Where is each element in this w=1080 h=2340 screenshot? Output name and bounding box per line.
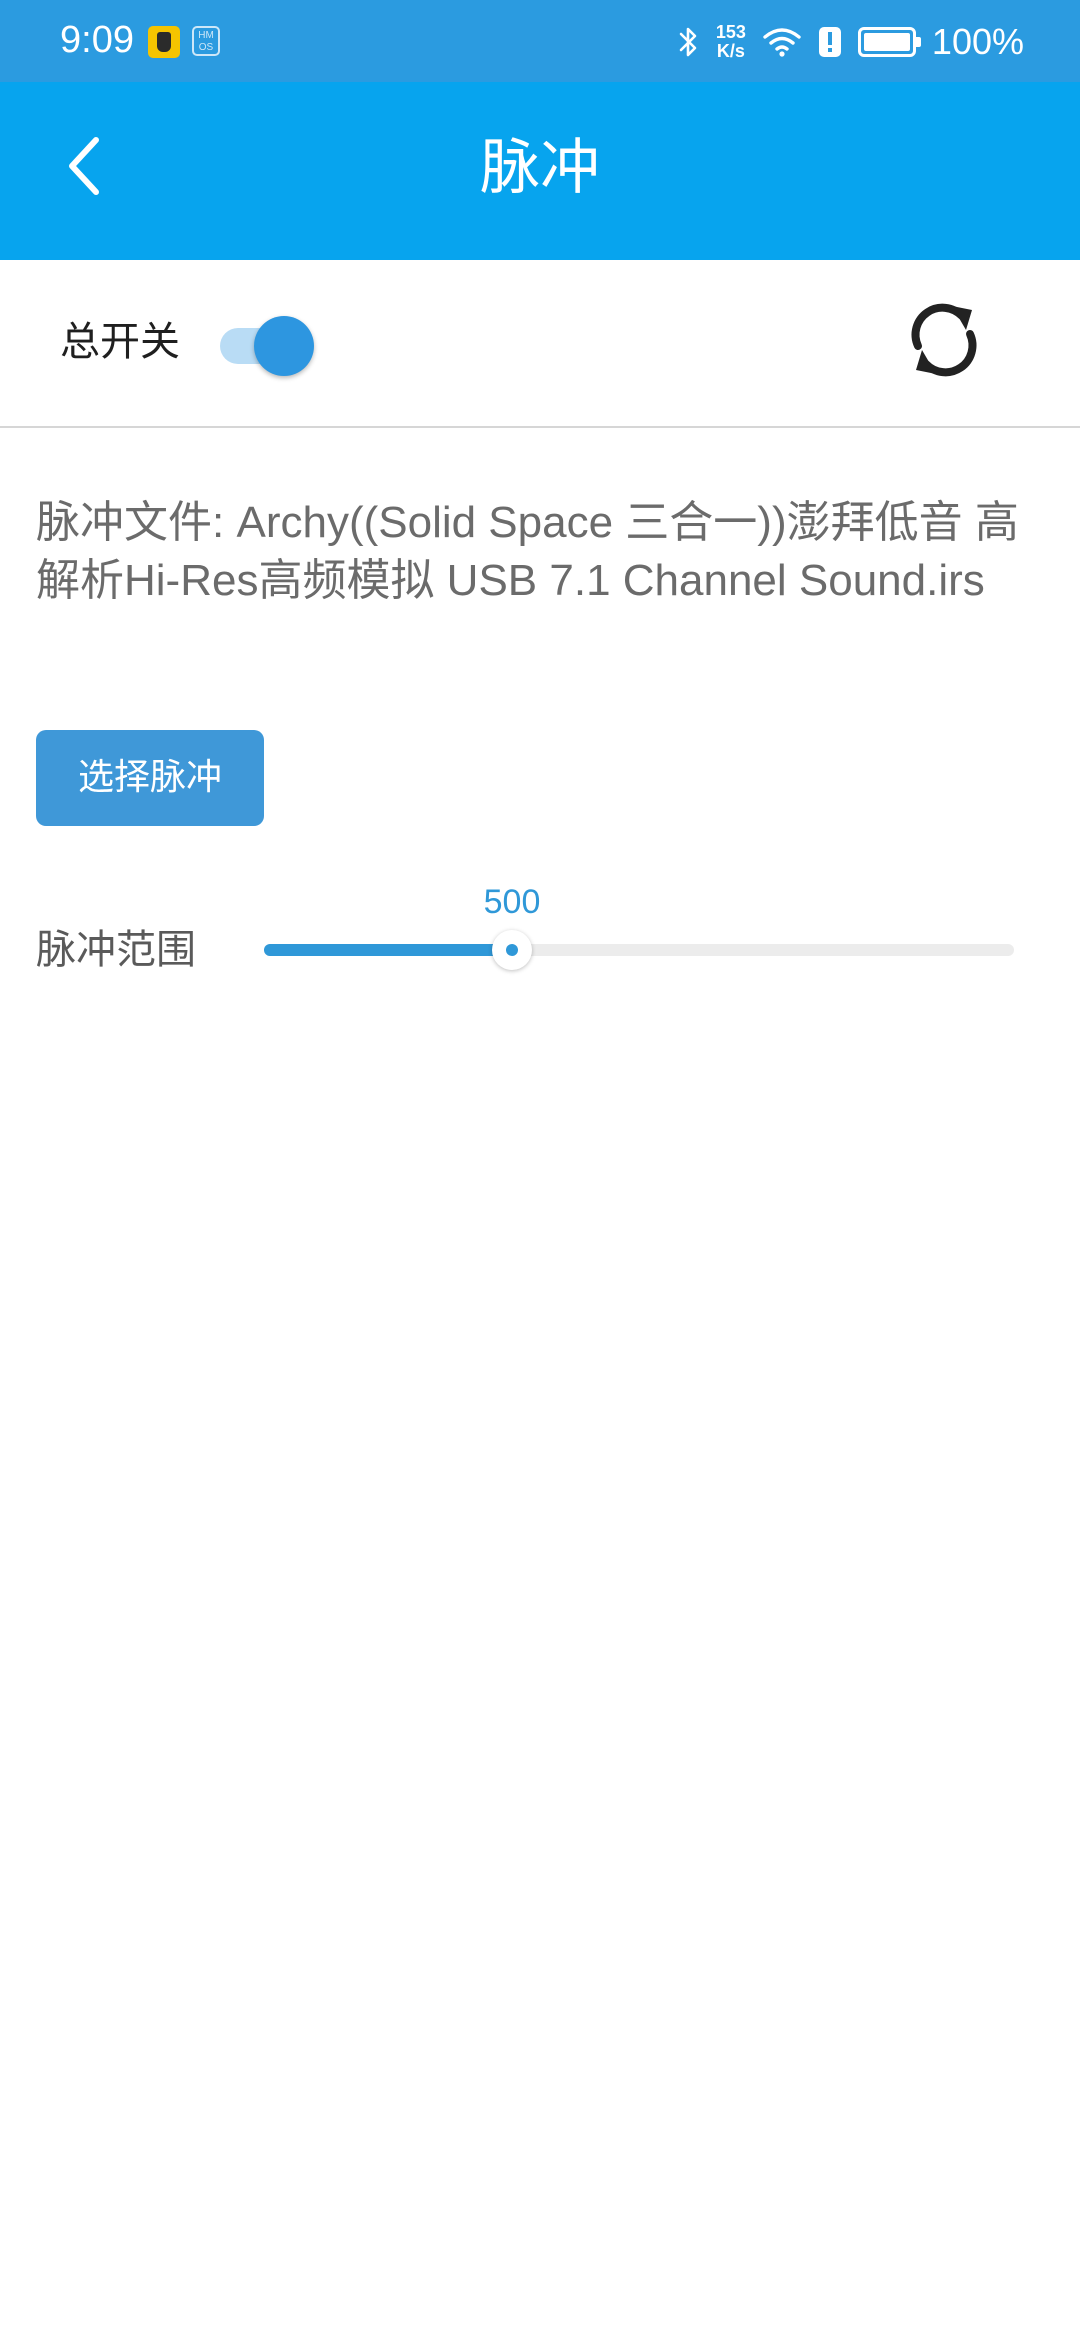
- impulse-file-label: 脉冲文件:: [36, 498, 225, 547]
- status-bar: 9:09 HM OS 153 K/s 100%: [0, 0, 1080, 82]
- alert-icon: [818, 26, 842, 58]
- page-title: 脉冲: [480, 133, 600, 203]
- net-speed-value: 153: [715, 22, 746, 42]
- battery-charging-icon: [857, 27, 921, 57]
- bluetooth-icon: [678, 25, 700, 59]
- select-impulse-button[interactable]: 选择脉冲: [36, 730, 264, 826]
- battery-percent: 100%: [931, 21, 1024, 62]
- impulse-range-label: 脉冲范围: [36, 927, 196, 973]
- wifi-icon: [762, 26, 802, 58]
- impulse-file-text: 脉冲文件: Archy((Solid Space 三合一))澎拜低音 高解析Hi…: [36, 494, 1046, 610]
- refresh-icon: [906, 300, 982, 384]
- impulse-range-value: 500: [483, 883, 541, 921]
- master-switch-label: 总开关: [60, 319, 180, 365]
- status-time: 9:09: [60, 19, 134, 61]
- slider-active-track: [264, 944, 512, 956]
- net-speed-unit: K/s: [716, 41, 745, 61]
- refresh-button[interactable]: [904, 300, 984, 384]
- app-notification-icon: [148, 26, 180, 58]
- toggle-thumb: [254, 316, 314, 376]
- impulse-range-slider[interactable]: [264, 930, 1014, 970]
- master-switch-toggle[interactable]: [220, 316, 316, 376]
- app-header: 脉冲: [0, 82, 1080, 260]
- slider-thumb[interactable]: [492, 930, 532, 970]
- status-indicators: 153 K/s 100%: [678, 14, 1024, 70]
- net-speed: 153 K/s: [716, 23, 746, 61]
- hmos-icon: HM OS: [192, 26, 220, 56]
